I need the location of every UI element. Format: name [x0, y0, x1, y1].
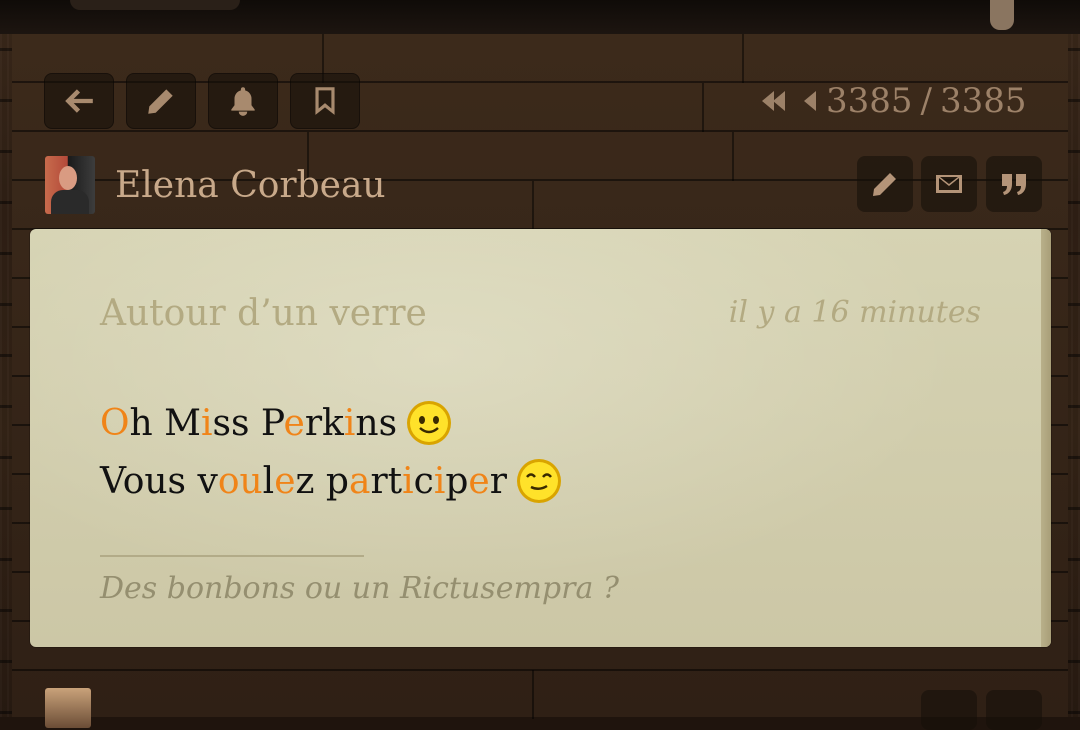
pagination: 3385 / 3385	[760, 78, 1027, 124]
back-button[interactable]	[44, 73, 114, 129]
prev-icon	[804, 91, 816, 111]
bookmark-button[interactable]	[290, 73, 360, 129]
edit-thread-button[interactable]	[126, 73, 196, 129]
envelope-icon	[936, 175, 962, 193]
author-name[interactable]: Elena Corbeau	[115, 165, 386, 206]
arrow-left-icon	[65, 89, 93, 113]
post-author: Elena Corbeau	[45, 156, 386, 214]
post-title: Autour d’un verre	[100, 293, 427, 334]
quote-button[interactable]	[986, 156, 1042, 212]
rewind-first-icon	[762, 91, 785, 111]
avatar[interactable]	[45, 156, 95, 214]
prev-page-button[interactable]	[802, 88, 818, 114]
next-post-avatar[interactable]	[45, 688, 91, 728]
edit-post-button[interactable]	[857, 156, 913, 212]
message-text: Vous voulez participer	[100, 460, 507, 502]
message-text: Oh Miss Perkins	[100, 402, 398, 444]
pencil-icon	[873, 173, 896, 196]
bookmark-icon	[315, 87, 335, 115]
pencil-icon	[148, 89, 173, 114]
page-separator: /	[920, 81, 932, 121]
page-current: 3385	[826, 81, 913, 121]
quote-icon	[1002, 174, 1026, 195]
blush-icon	[516, 459, 561, 503]
signature-divider	[100, 555, 364, 557]
message-line-1: Oh Miss Perkins	[100, 399, 453, 447]
post-card: Autour d’un verre il y a 16 minutes Oh M…	[30, 229, 1051, 647]
top-strip	[0, 0, 1080, 34]
message-button[interactable]	[921, 156, 977, 212]
first-page-button[interactable]	[760, 88, 794, 114]
smile-icon	[407, 401, 452, 445]
message-line-2: Vous voulez participer	[100, 457, 563, 505]
post-signature: Des bonbons ou un Rictusempra ?	[100, 571, 619, 606]
page-total: 3385	[940, 81, 1027, 121]
next-message-button[interactable]	[921, 690, 977, 730]
notifications-button[interactable]	[208, 73, 278, 129]
next-quote-button[interactable]	[986, 690, 1042, 730]
bell-icon	[231, 87, 255, 116]
post-time: il y a 16 minutes	[728, 295, 981, 330]
